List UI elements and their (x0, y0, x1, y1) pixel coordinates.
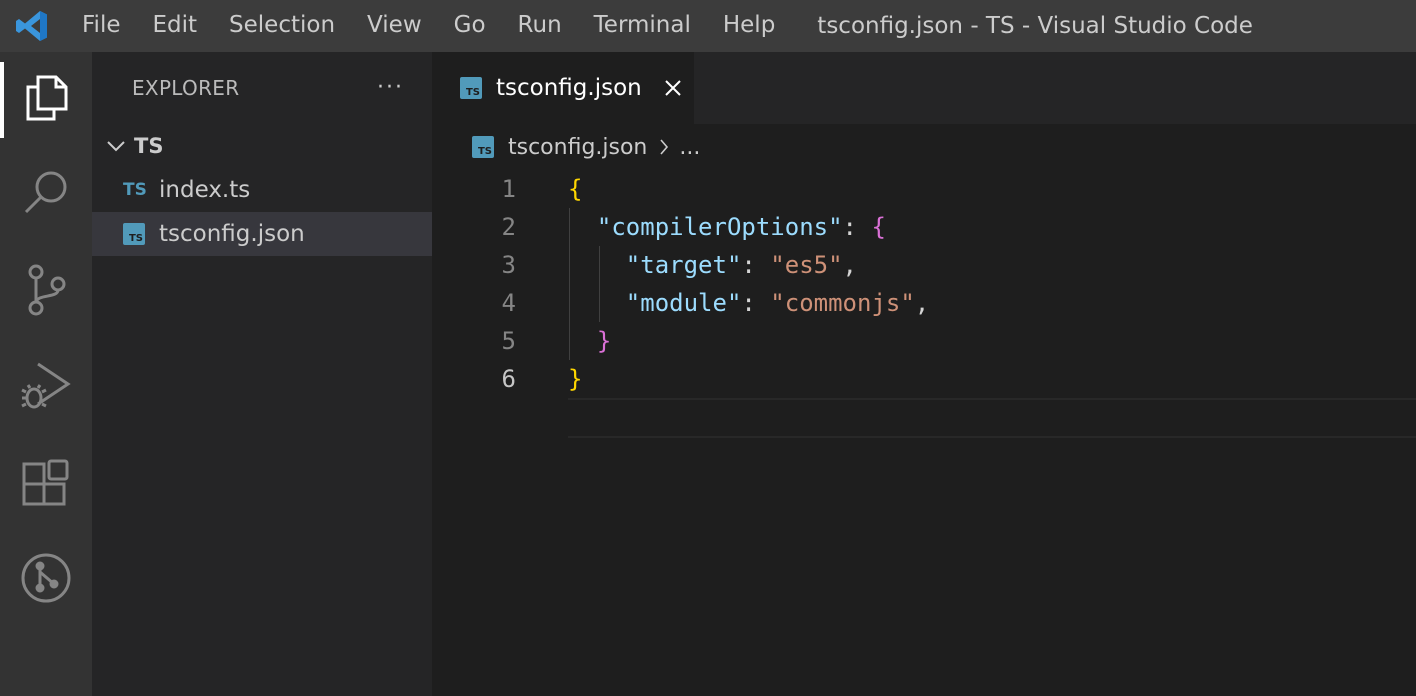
tsconfig-file-icon: TS (460, 77, 482, 99)
code-line: 2 "compilerOptions": { (432, 208, 1416, 246)
line-number: 6 (501, 365, 516, 393)
source-control-icon (24, 264, 68, 320)
more-actions-icon[interactable]: ··· (377, 77, 404, 99)
tsconfig-file-icon: TS (123, 223, 145, 245)
tab-tsconfig-json[interactable]: TS tsconfig.json (432, 52, 694, 124)
menu-terminal[interactable]: Terminal (578, 0, 707, 52)
line-number: 1 (501, 175, 516, 203)
typescript-file-icon: TS (123, 180, 147, 200)
colon: : (842, 213, 872, 241)
menu-view[interactable]: View (351, 0, 438, 52)
line-text: { (568, 170, 582, 208)
line-number: 5 (501, 327, 516, 355)
brace: } (596, 327, 612, 355)
line-number: 4 (501, 289, 516, 317)
current-line-highlight (568, 398, 1416, 438)
line-text: } (568, 322, 611, 360)
folder-name: TS (134, 134, 164, 158)
git-graph-icon (20, 552, 72, 608)
tsconfig-file-icon: TS (472, 136, 494, 158)
colon: : (741, 251, 771, 279)
file-name: tsconfig.json (159, 221, 305, 247)
menu-edit[interactable]: Edit (137, 0, 214, 52)
line-text: "target": "es5", (568, 246, 857, 284)
code-line: 4 "module": "commonjs", (432, 284, 1416, 322)
explorer-sidebar: EXPLORER ··· TS TS index.ts TS tsconfig.… (92, 52, 432, 696)
menu-bar: File Edit Selection View Go Run Terminal… (64, 0, 791, 52)
breadcrumb-file[interactable]: tsconfig.json (508, 135, 647, 160)
menu-go[interactable]: Go (438, 0, 502, 52)
code-line: 5 } (432, 322, 1416, 360)
code-line: 3 "target": "es5", (432, 246, 1416, 284)
tab-label: tsconfig.json (496, 75, 642, 101)
explorer-button[interactable] (0, 54, 92, 146)
explorer-header: EXPLORER ··· (92, 52, 432, 124)
explorer-title: EXPLORER (132, 76, 240, 100)
chevron-right-icon (659, 138, 669, 156)
json-key: "compilerOptions" (596, 213, 843, 241)
menu-run[interactable]: Run (502, 0, 578, 52)
activity-bar (0, 52, 92, 696)
title-bar: File Edit Selection View Go Run Terminal… (0, 0, 1416, 52)
comma: , (842, 251, 857, 279)
code-line: 1 { (432, 170, 1416, 208)
chevron-down-icon (102, 132, 130, 160)
line-text: } (568, 360, 582, 398)
tab-bar: TS tsconfig.json (432, 52, 1416, 124)
code-line: 6 } (432, 360, 1416, 398)
file-tsconfig-json[interactable]: TS tsconfig.json (92, 212, 432, 256)
file-index-ts[interactable]: TS index.ts (92, 168, 432, 212)
extensions-button[interactable] (0, 440, 92, 532)
json-string: "es5" (770, 251, 843, 279)
line-text: "compilerOptions": { (568, 208, 886, 246)
source-control-button[interactable] (0, 246, 92, 338)
brace: { (568, 175, 583, 203)
breadcrumb-more[interactable]: ... (679, 135, 700, 160)
run-debug-icon (20, 360, 72, 416)
breadcrumb: TS tsconfig.json ... (432, 124, 1416, 170)
json-key: "target" (625, 251, 742, 279)
line-number: 3 (501, 251, 516, 279)
json-string: "commonjs" (770, 289, 915, 317)
line-number: 2 (501, 213, 516, 241)
files-icon (22, 73, 70, 127)
vscode-logo-icon (0, 0, 64, 52)
menu-help[interactable]: Help (707, 0, 791, 52)
run-debug-button[interactable] (0, 342, 92, 434)
close-icon[interactable] (662, 77, 684, 99)
window-title: tsconfig.json - TS - Visual Studio Code (817, 13, 1253, 39)
git-graph-button[interactable] (0, 534, 92, 626)
extensions-icon (21, 459, 71, 513)
search-icon (21, 167, 71, 221)
menu-file[interactable]: File (64, 0, 137, 52)
json-key: "module" (625, 289, 742, 317)
file-name: index.ts (159, 177, 251, 203)
vscode-window: File Edit Selection View Go Run Terminal… (0, 0, 1416, 696)
folder-ts[interactable]: TS (92, 124, 432, 168)
menu-selection[interactable]: Selection (213, 0, 351, 52)
search-button[interactable] (0, 148, 92, 240)
line-text: "module": "commonjs", (568, 284, 929, 322)
colon: : (741, 289, 771, 317)
brace: { (871, 213, 886, 241)
brace: } (568, 365, 583, 393)
editor-area: TS tsconfig.json TS tsconfig.json ... 1 … (432, 52, 1416, 696)
comma: , (914, 289, 930, 317)
